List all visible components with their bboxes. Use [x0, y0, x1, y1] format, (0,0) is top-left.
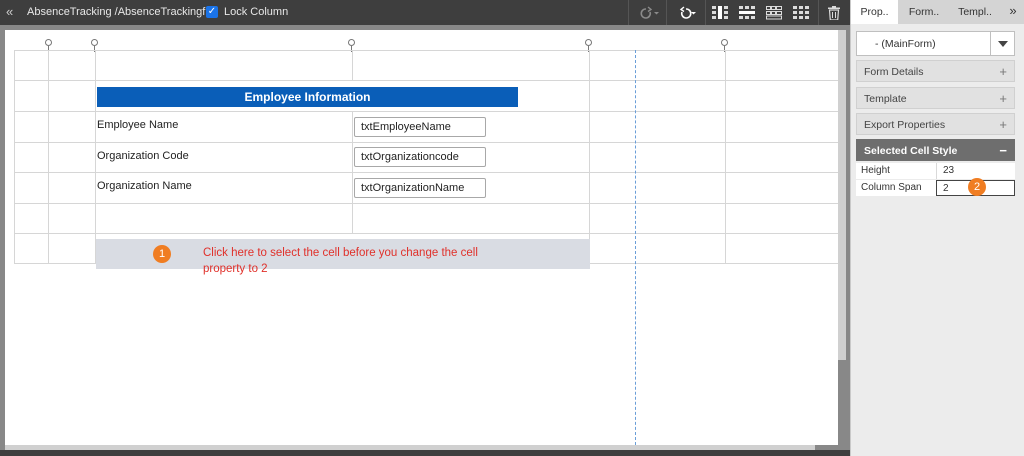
form-sheet: Employee Information Employee Name txtEm… [5, 30, 838, 445]
toolbar-divider [705, 0, 706, 25]
chevron-down-icon[interactable] [990, 32, 1014, 55]
toolbar: « AbsenceTracking /AbsenceTrackingfrm ✓ … [0, 0, 850, 25]
plus-icon[interactable]: + [999, 91, 1007, 106]
organization-code-textbox[interactable]: txtOrganizationcode [354, 147, 486, 167]
tab-template[interactable]: Templ.. [950, 0, 1000, 24]
minus-icon[interactable]: − [999, 143, 1007, 158]
redo-icon[interactable] [634, 0, 662, 25]
tab-form[interactable]: Form.. [899, 0, 949, 24]
plus-icon[interactable]: + [999, 64, 1007, 79]
form-designer-canvas: Employee Information Employee Name txtEm… [0, 25, 850, 456]
properties-panel: Prop.. Form.. Templ.. » - (MainForm) For… [850, 0, 1024, 456]
column-resize-handle[interactable] [348, 39, 355, 46]
toolbar-divider [818, 0, 819, 25]
panel-tabs: Prop.. Form.. Templ.. » [851, 0, 1024, 24]
toolbar-divider [666, 0, 667, 25]
undo-icon[interactable] [671, 0, 701, 25]
organization-name-textbox[interactable]: txtOrganizationName [354, 178, 486, 198]
breadcrumb: AbsenceTracking /AbsenceTrackingfrm [27, 6, 219, 18]
vertical-scrollbar[interactable] [838, 30, 846, 360]
grid-line [14, 111, 838, 112]
column-resize-handle[interactable] [91, 39, 98, 46]
plus-icon[interactable]: + [999, 117, 1007, 132]
section-label: Template [864, 93, 907, 105]
column-resize-handle[interactable] [45, 39, 52, 46]
lock-column-label: Lock Column [224, 6, 289, 18]
grid-line [14, 50, 838, 51]
step-badge-2: 2 [968, 178, 986, 196]
grid-line [95, 50, 96, 264]
tab-properties[interactable]: Prop.. [851, 0, 898, 24]
insert-row-icon[interactable] [735, 0, 759, 25]
grid-line [725, 50, 726, 264]
form-selector-value: - (MainForm) [875, 38, 936, 50]
column-resize-handle[interactable] [721, 39, 728, 46]
merge-cells-icon[interactable] [762, 0, 786, 25]
section-form-details[interactable]: Form Details + [856, 60, 1015, 82]
column-resize-handle[interactable] [585, 39, 592, 46]
insert-column-icon[interactable] [708, 0, 732, 25]
split-cells-icon[interactable] [789, 0, 813, 25]
grid-line [14, 50, 15, 264]
collapse-icon[interactable]: « [6, 4, 13, 19]
section-label: Form Details [864, 66, 924, 78]
section-template[interactable]: Template + [856, 87, 1015, 109]
form-selector[interactable]: - (MainForm) [856, 31, 1015, 56]
grid-line [14, 142, 838, 143]
step-badge-1: 1 [153, 245, 171, 263]
property-row-height: Height 23 [856, 163, 1015, 179]
property-name: Height [861, 165, 890, 176]
status-bar [0, 450, 850, 456]
grid-line [352, 50, 353, 81]
section-label: Selected Cell Style [864, 145, 958, 157]
section-label: Export Properties [864, 119, 946, 131]
grid-line [14, 233, 838, 234]
page-break-guide [635, 50, 636, 445]
grid-line [48, 50, 49, 264]
grid-line [352, 111, 353, 234]
section-selected-cell-style[interactable]: Selected Cell Style − [856, 139, 1015, 161]
grid-line [589, 50, 590, 264]
employee-information-header[interactable]: Employee Information [97, 87, 518, 107]
grid-line [14, 203, 838, 204]
instruction-annotation: Click here to select the cell before you… [203, 247, 478, 275]
height-field[interactable]: 23 [936, 163, 1015, 179]
property-row-column-span: Column Span 2 [856, 180, 1015, 196]
delete-icon[interactable] [823, 0, 845, 25]
lock-column-checkbox[interactable]: ✓ [206, 6, 218, 18]
grid-line [14, 172, 838, 173]
employee-name-label[interactable]: Employee Name [97, 119, 178, 131]
section-export-properties[interactable]: Export Properties + [856, 113, 1015, 135]
property-name: Column Span [861, 182, 922, 193]
double-chevron-right-icon[interactable]: » [1001, 0, 1024, 24]
organization-name-label[interactable]: Organization Name [97, 180, 192, 192]
grid-line [14, 80, 838, 81]
toolbar-divider [628, 0, 629, 25]
organization-code-label[interactable]: Organization Code [97, 150, 189, 162]
employee-name-textbox[interactable]: txtEmployeeName [354, 117, 486, 137]
